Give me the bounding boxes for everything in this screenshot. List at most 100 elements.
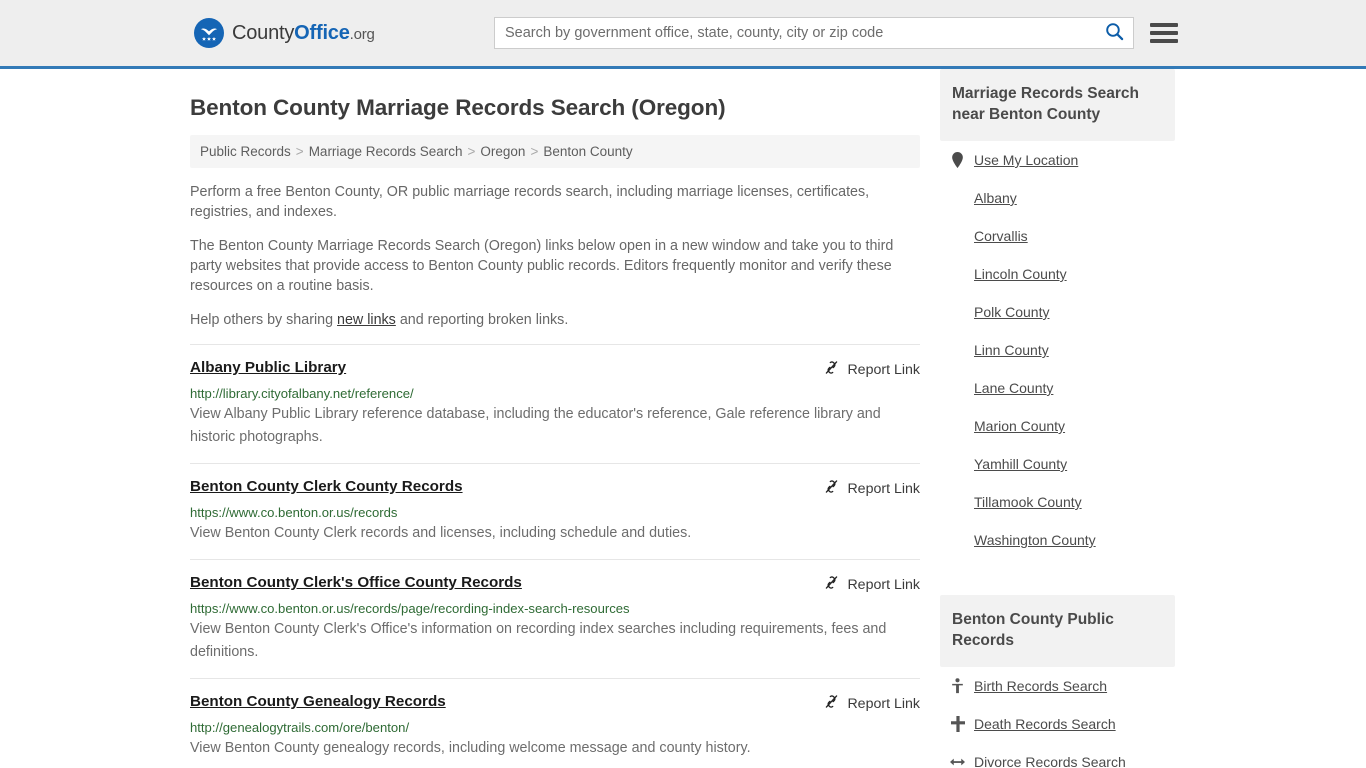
result-title-link[interactable]: Benton County Clerk County Records <box>190 477 463 496</box>
result-item: Albany Public Library Report Link http://l… <box>190 344 920 463</box>
nearby-item-tillamook-county[interactable]: Tillamook County <box>940 483 1175 521</box>
report-link-button[interactable]: Report Link <box>823 692 920 715</box>
report-link-label: Report Link <box>847 362 920 378</box>
nearby-item-yamhill-county[interactable]: Yamhill County <box>940 445 1175 483</box>
result-url[interactable]: http://genealogytrails.com/ore/benton/ <box>190 719 920 736</box>
nearby-records-panel: Marriage Records Search near Benton Coun… <box>940 69 1175 559</box>
result-header: Albany Public Library Report Link <box>190 358 920 381</box>
result-description: View Benton County Clerk's Office's info… <box>190 621 887 660</box>
result-description: View Benton County genealogy records, in… <box>190 740 751 756</box>
result-header: Benton County Clerk's Office County Reco… <box>190 573 920 596</box>
nearby-item-polk-county[interactable]: Polk County <box>940 293 1175 331</box>
map-pin-icon <box>950 152 965 168</box>
nearby-item-washington-county[interactable]: Washington County <box>940 521 1175 559</box>
broken-link-icon <box>823 478 840 500</box>
broken-link-icon <box>823 693 840 715</box>
nearby-records-list: Use My Location Albany Corvallis Lincoln Co… <box>940 141 1175 559</box>
nearby-item-label[interactable]: Polk County <box>974 304 1049 320</box>
content-container: Benton County Marriage Records Search (O… <box>190 69 1176 768</box>
split-arrows-icon <box>950 755 965 768</box>
result-title-link[interactable]: Albany Public Library <box>190 358 346 377</box>
intro-paragraph-1: Perform a free Benton County, OR public … <box>190 184 870 220</box>
result-url[interactable]: https://www.co.benton.or.us/records <box>190 504 920 521</box>
results-list: Albany Public Library Report Link http://l… <box>190 344 920 768</box>
nearby-item-label[interactable]: Corvallis <box>974 228 1028 244</box>
share-suffix: and reporting broken links. <box>395 312 569 328</box>
search-button[interactable] <box>1095 18 1133 48</box>
result-item: Benton County Clerk County Records Report… <box>190 463 920 559</box>
brand-county: County <box>232 21 295 44</box>
result-description: View Benton County Clerk records and lic… <box>190 525 692 541</box>
result-item: Benton County Genealogy Records Report Li… <box>190 678 920 768</box>
nearby-item-label[interactable]: Use My Location <box>974 152 1078 168</box>
breadcrumb-item-public-records[interactable]: Public Records <box>200 144 291 159</box>
report-link-label: Report Link <box>847 696 920 712</box>
public-record-item-label[interactable]: Death Records Search <box>974 716 1116 732</box>
share-prefix: Help others by sharing <box>190 312 338 328</box>
broken-link-icon <box>823 359 840 381</box>
report-link-button[interactable]: Report Link <box>823 477 920 500</box>
public-record-item-death-records-search[interactable]: Death Records Search <box>940 705 1175 743</box>
nearby-item-label[interactable]: Marion County <box>974 418 1065 434</box>
broken-link-icon <box>823 574 840 596</box>
search-bar <box>494 17 1134 49</box>
result-url[interactable]: https://www.co.benton.or.us/records/page… <box>190 600 920 617</box>
site-logo-text: CountyOffice.org <box>232 22 375 45</box>
public-record-item-label[interactable]: Divorce Records Search <box>974 754 1126 768</box>
public-records-heading: Benton County Public Records <box>940 595 1175 667</box>
breadcrumb-item-marriage-records-search[interactable]: Marriage Records Search <box>309 144 463 159</box>
sidebar: Marriage Records Search near Benton Coun… <box>940 69 1175 768</box>
hamburger-menu-icon-bar <box>1150 31 1178 35</box>
panel-divider-space <box>940 565 1175 595</box>
nearby-item-label[interactable]: Yamhill County <box>974 456 1067 472</box>
nearby-item-albany[interactable]: Albany <box>940 179 1175 217</box>
public-records-list: Birth Records Search Death Records Search… <box>940 667 1175 768</box>
public-record-item-divorce-records-search[interactable]: Divorce Records Search <box>940 743 1175 768</box>
nearby-item-label[interactable]: Albany <box>974 190 1017 206</box>
result-title-link[interactable]: Benton County Clerk's Office County Reco… <box>190 573 522 592</box>
nearby-item-label[interactable]: Washington County <box>974 532 1096 548</box>
nearby-item-corvallis[interactable]: Corvallis <box>940 217 1175 255</box>
nearby-item-use-my-location[interactable]: Use My Location <box>940 141 1175 179</box>
report-link-label: Report Link <box>847 577 920 593</box>
share-links-paragraph: Help others by sharing new links and rep… <box>190 310 920 330</box>
nearby-item-label[interactable]: Lane County <box>974 380 1053 396</box>
page-title: Benton County Marriage Records Search (O… <box>190 95 726 120</box>
eagle-stars-emblem-icon <box>194 18 224 48</box>
result-description: View Albany Public Library reference dat… <box>190 406 881 445</box>
nearby-item-marion-county[interactable]: Marion County <box>940 407 1175 445</box>
breadcrumb: Public Records > Marriage Records Search > O… <box>190 135 920 168</box>
report-link-label: Report Link <box>847 481 920 497</box>
cross-icon <box>950 716 965 732</box>
nearby-item-linn-county[interactable]: Linn County <box>940 331 1175 369</box>
nearby-records-heading: Marriage Records Search near Benton Coun… <box>940 69 1175 141</box>
nearby-item-label[interactable]: Tillamook County <box>974 494 1082 510</box>
report-link-button[interactable]: Report Link <box>823 358 920 381</box>
nearby-item-label[interactable]: Linn County <box>974 342 1049 358</box>
breadcrumb-separator: > <box>530 144 539 159</box>
hamburger-menu-icon-bar <box>1150 39 1178 43</box>
new-links-link[interactable]: new links <box>337 312 396 328</box>
public-record-item-birth-records-search[interactable]: Birth Records Search <box>940 667 1175 705</box>
nearby-item-label[interactable]: Lincoln County <box>974 266 1067 282</box>
search-icon <box>1105 22 1124 44</box>
breadcrumb-item-benton-county[interactable]: Benton County <box>543 144 632 159</box>
hamburger-menu-button[interactable] <box>1148 18 1180 48</box>
breadcrumb-separator: > <box>467 144 476 159</box>
brand-office: Office <box>294 21 350 44</box>
result-url[interactable]: http://library.cityofalbany.net/referenc… <box>190 385 920 402</box>
result-header: Benton County Clerk County Records Report… <box>190 477 920 500</box>
nearby-item-lincoln-county[interactable]: Lincoln County <box>940 255 1175 293</box>
baby-icon <box>950 678 965 694</box>
breadcrumb-separator: > <box>295 144 304 159</box>
search-input[interactable] <box>495 18 1095 48</box>
breadcrumb-item-oregon[interactable]: Oregon <box>480 144 525 159</box>
site-logo[interactable]: CountyOffice.org <box>194 18 375 48</box>
public-record-item-label[interactable]: Birth Records Search <box>974 678 1107 694</box>
site-header: CountyOffice.org <box>0 0 1366 69</box>
report-link-button[interactable]: Report Link <box>823 573 920 596</box>
result-title-link[interactable]: Benton County Genealogy Records <box>190 692 446 711</box>
intro-paragraph-2: The Benton County Marriage Records Searc… <box>190 238 894 294</box>
nearby-item-lane-county[interactable]: Lane County <box>940 369 1175 407</box>
result-header: Benton County Genealogy Records Report Li… <box>190 692 920 715</box>
